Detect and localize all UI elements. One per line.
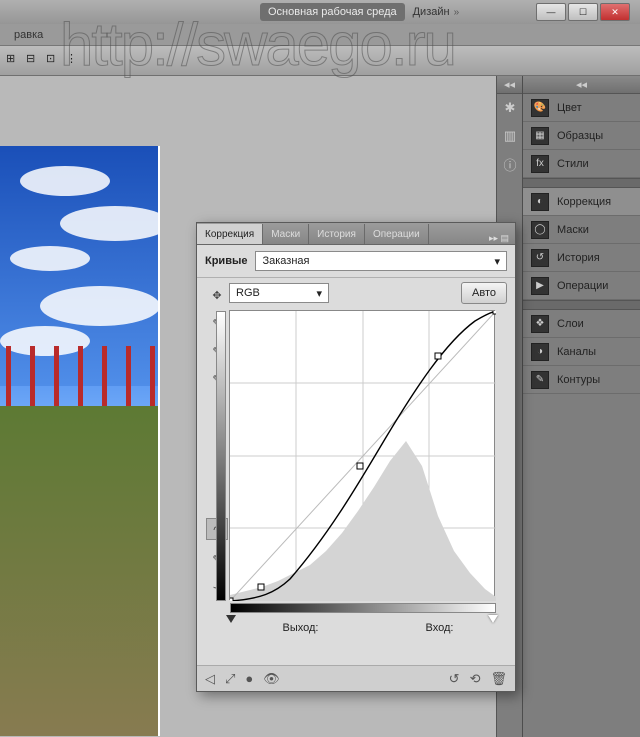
input-gradient bbox=[230, 603, 496, 613]
reset-icon[interactable]: ⟲ bbox=[470, 671, 481, 687]
tab-history[interactable]: История bbox=[309, 224, 365, 244]
input-label: Вход: bbox=[426, 622, 454, 634]
distribute-icon[interactable]: ⋮ bbox=[66, 52, 80, 66]
workspace-arrows-icon[interactable]: » bbox=[454, 7, 460, 18]
tab-adjustments[interactable]: Коррекция bbox=[197, 224, 263, 244]
masks-icon: ◯ bbox=[531, 221, 549, 239]
panel-item-actions[interactable]: ▶ Операции bbox=[523, 272, 640, 300]
collapse-arrows-icon[interactable]: ◂◂ bbox=[497, 76, 522, 94]
panel-label: Слои bbox=[557, 318, 584, 330]
panel-label: Коррекция bbox=[557, 196, 611, 208]
panel-item-color[interactable]: 🎨 Цвет bbox=[523, 94, 640, 122]
expand-icon[interactable]: ⤢ bbox=[225, 671, 235, 687]
channel-select[interactable]: RGB ▾ bbox=[229, 283, 329, 303]
panel-item-styles[interactable]: fx Стили bbox=[523, 150, 640, 178]
align-icon[interactable]: ⊟ bbox=[26, 52, 40, 66]
delete-icon[interactable]: 🗑 bbox=[490, 671, 507, 687]
visibility-icon[interactable]: 👁 bbox=[263, 671, 280, 687]
panel-label: Маски bbox=[557, 224, 589, 236]
clip-icon[interactable]: ● bbox=[245, 671, 253, 686]
right-panel: ◂◂ 🎨 Цвет ▦ Образцы fx Стили ◐ Коррекция ◯ Ма… bbox=[522, 76, 640, 737]
back-icon[interactable]: ◁ bbox=[205, 671, 215, 687]
panel-item-paths[interactable]: ✎ Контуры bbox=[523, 366, 640, 394]
panel-label: Каналы bbox=[557, 346, 596, 358]
preset-value: Заказная bbox=[262, 255, 309, 267]
adjustment-type-label: Кривые bbox=[205, 255, 247, 267]
panel-label: История bbox=[557, 252, 600, 264]
previous-state-icon[interactable]: ↺ bbox=[449, 671, 460, 687]
black-point-slider[interactable] bbox=[226, 615, 236, 623]
panel-menu-icon[interactable]: ▸▸ ▤ bbox=[483, 233, 515, 244]
align-icon[interactable]: ⊞ bbox=[6, 52, 20, 66]
title-bar: Основная рабочая среда Дизайн » — ☐ ✕ bbox=[0, 0, 640, 24]
chevron-down-icon: ▾ bbox=[316, 287, 322, 300]
panel-tabs: Коррекция Маски История Операции ▸▸ ▤ bbox=[197, 223, 515, 245]
adjustments-icon: ◐ bbox=[531, 193, 549, 211]
targeted-adjust-icon[interactable]: ✥ bbox=[207, 286, 227, 304]
channel-value: RGB bbox=[236, 287, 260, 299]
info-icon[interactable]: ⓘ bbox=[497, 150, 523, 178]
channels-icon: ◑ bbox=[531, 343, 549, 361]
paths-icon: ✎ bbox=[531, 371, 549, 389]
panel-label: Цвет bbox=[557, 102, 582, 114]
panel-footer: ◁ ⤢ ● 👁 ↺ ⟲ 🗑 bbox=[197, 665, 515, 691]
navigator-icon[interactable]: ✱ bbox=[497, 94, 523, 122]
collapse-arrows-icon[interactable]: ◂◂ bbox=[523, 76, 640, 94]
actions-icon: ▶ bbox=[531, 277, 549, 295]
palette-icon: 🎨 bbox=[531, 99, 549, 117]
panel-item-swatches[interactable]: ▦ Образцы bbox=[523, 122, 640, 150]
document-image[interactable] bbox=[0, 146, 160, 736]
chevron-down-icon: ▾ bbox=[494, 255, 500, 268]
tab-masks[interactable]: Маски bbox=[263, 224, 309, 244]
adjustments-panel: Коррекция Маски История Операции ▸▸ ▤ Кр… bbox=[196, 222, 516, 692]
panel-label: Образцы bbox=[557, 130, 603, 142]
styles-icon: fx bbox=[531, 155, 549, 173]
minimize-button[interactable]: — bbox=[536, 3, 566, 21]
workspace-switcher[interactable]: Основная рабочая среда bbox=[260, 3, 405, 21]
menu-item-edit[interactable]: равка bbox=[6, 27, 51, 43]
close-button[interactable]: ✕ bbox=[600, 3, 630, 21]
white-point-slider[interactable] bbox=[488, 615, 498, 623]
tab-actions[interactable]: Операции bbox=[365, 224, 429, 244]
maximize-button[interactable]: ☐ bbox=[568, 3, 598, 21]
layers-icon: ❖ bbox=[531, 315, 549, 333]
panel-label: Операции bbox=[557, 280, 608, 292]
panel-item-layers[interactable]: ❖ Слои bbox=[523, 310, 640, 338]
swatches-icon: ▦ bbox=[531, 127, 549, 145]
preset-select[interactable]: Заказная ▾ bbox=[255, 251, 507, 271]
history-icon: ↺ bbox=[531, 249, 549, 267]
auto-button[interactable]: Авто bbox=[461, 282, 507, 304]
output-label: Выход: bbox=[283, 622, 319, 634]
output-gradient bbox=[216, 311, 226, 601]
curves-graph[interactable] bbox=[229, 310, 495, 600]
menu-bar: равка bbox=[0, 24, 640, 46]
panel-item-channels[interactable]: ◑ Каналы bbox=[523, 338, 640, 366]
design-link[interactable]: Дизайн bbox=[413, 6, 450, 18]
align-icon[interactable]: ⊡ bbox=[46, 52, 60, 66]
panel-label: Стили bbox=[557, 158, 589, 170]
panel-item-masks[interactable]: ◯ Маски bbox=[523, 216, 640, 244]
options-bar: ⊞ ⊟ ⊡ ⋮ bbox=[0, 46, 640, 76]
panel-label: Контуры bbox=[557, 374, 600, 386]
panel-item-history[interactable]: ↺ История bbox=[523, 244, 640, 272]
panel-item-adjustments[interactable]: ◐ Коррекция bbox=[523, 188, 640, 216]
histogram-icon[interactable]: ▥ bbox=[497, 122, 523, 150]
